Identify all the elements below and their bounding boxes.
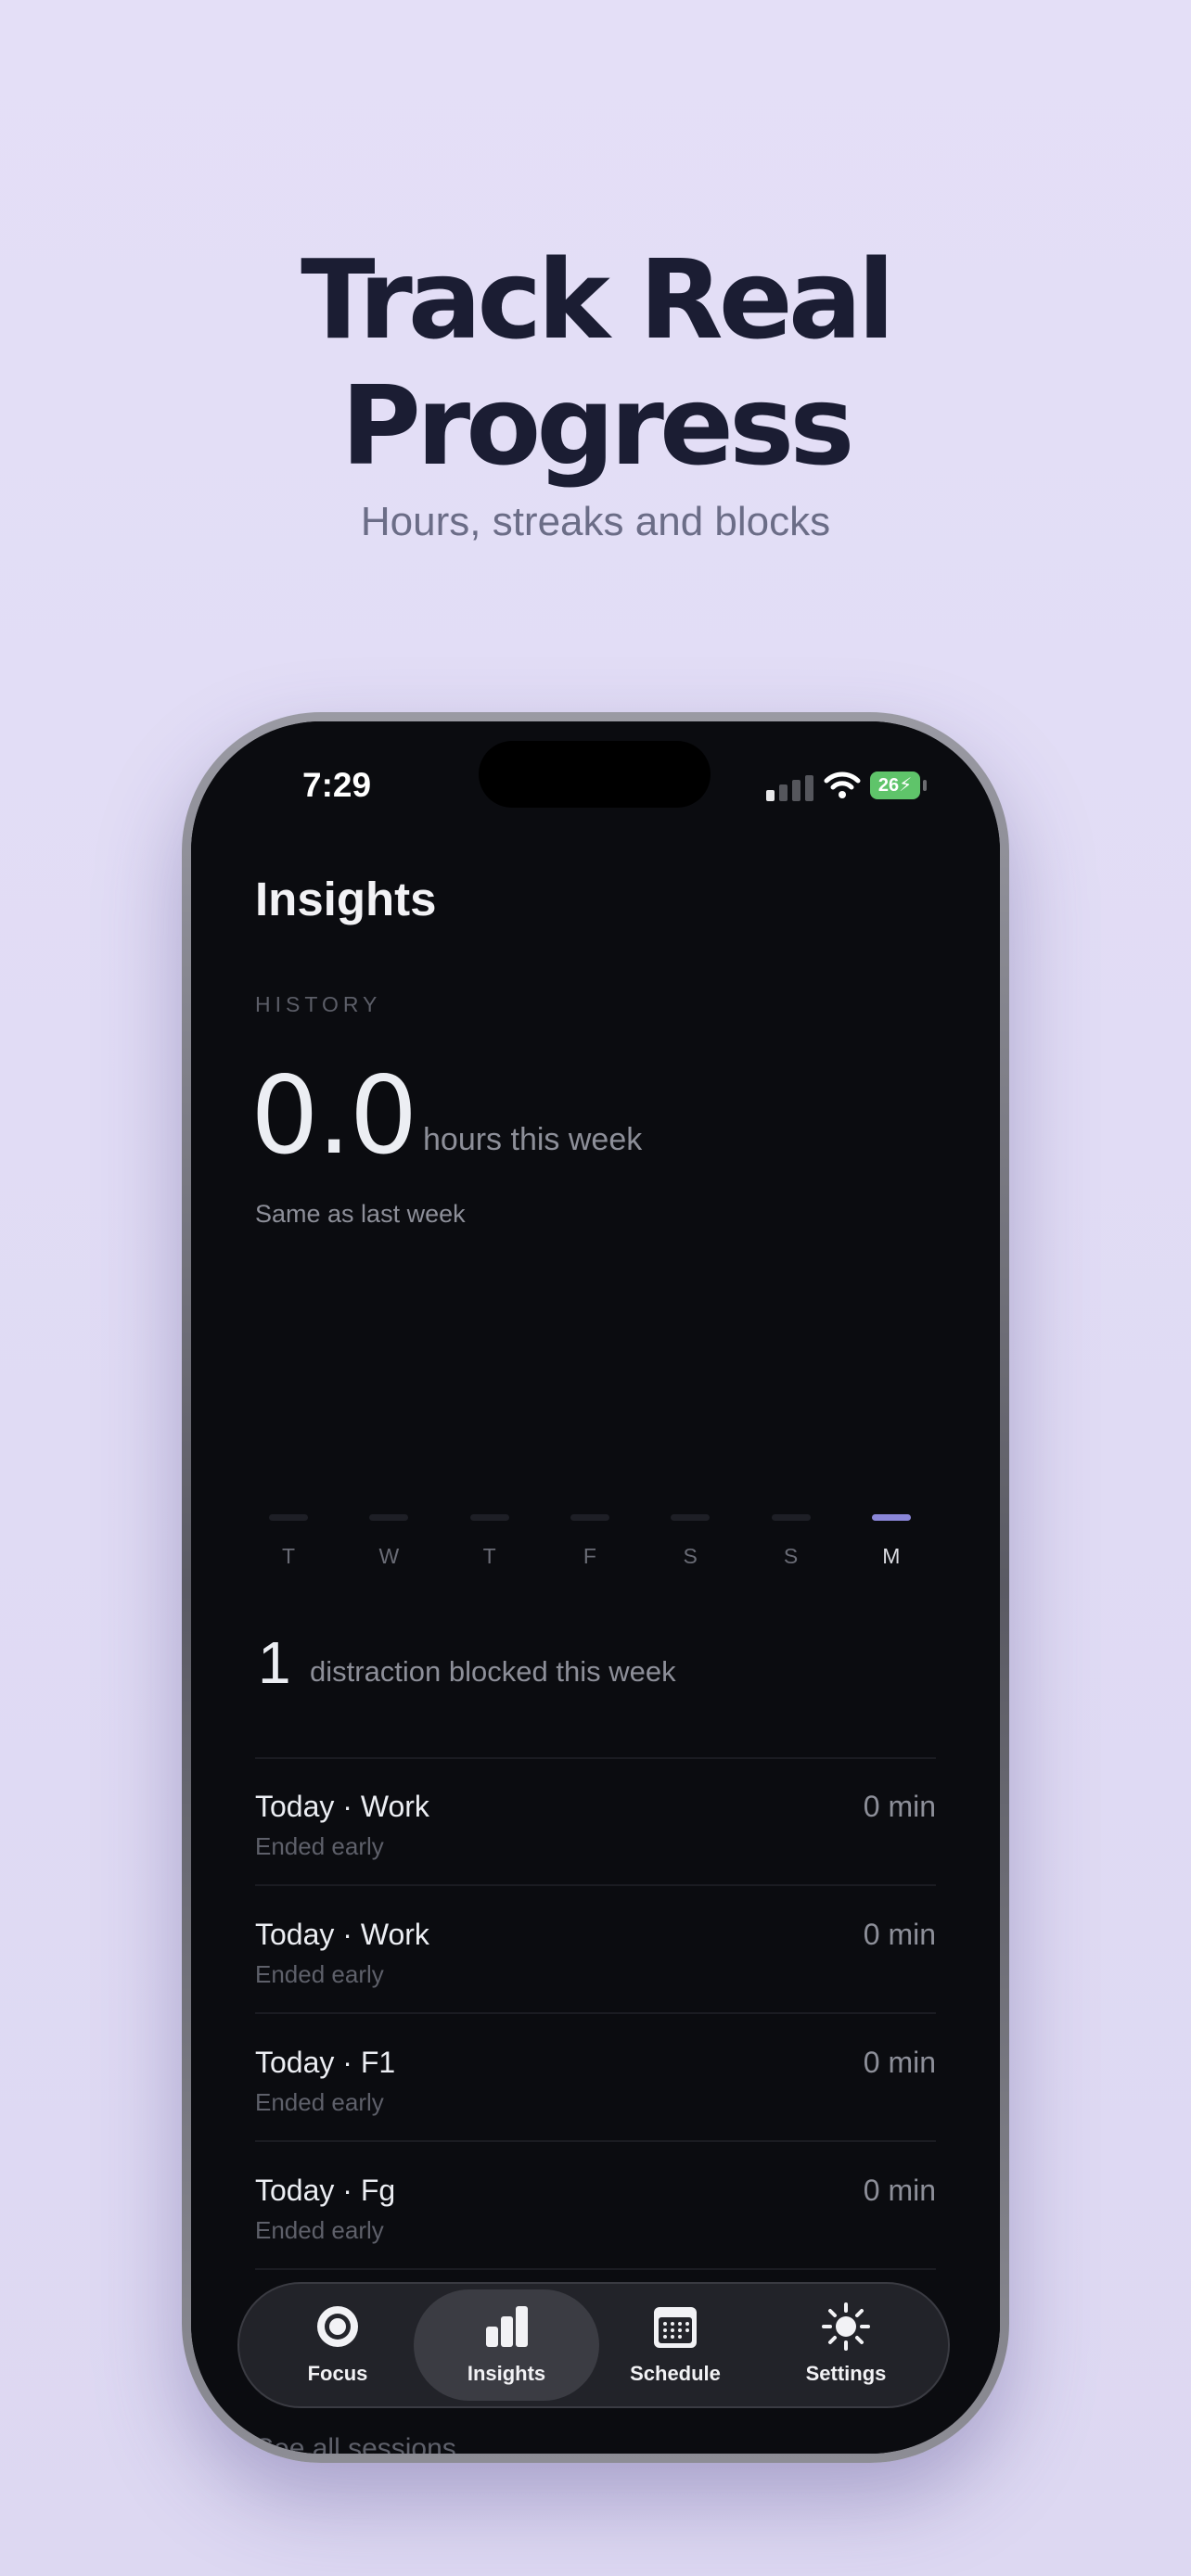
chart-bar	[269, 1514, 308, 1521]
chart-bar	[671, 1514, 711, 1521]
chart-bar	[771, 1514, 811, 1521]
session-status: Ended early	[255, 1960, 384, 1988]
status-bar-time: 7:29	[302, 766, 372, 804]
cellular-signal-icon	[766, 775, 814, 801]
chart-day-label: T	[281, 1544, 296, 1568]
blocked-count: 1	[258, 1629, 291, 1696]
chart-day-label: F	[583, 1544, 596, 1568]
tab-label: Schedule	[630, 2362, 721, 2385]
session-title[interactable]: Today · Fg	[255, 2174, 395, 2208]
hero-subtitle: Hours, streaks and blocks	[360, 499, 831, 544]
divider	[255, 1884, 936, 1886]
tab-label: Insights	[467, 2362, 546, 2385]
wifi-icon	[824, 772, 861, 798]
session-status: Ended early	[255, 1832, 384, 1860]
chart-bar	[369, 1514, 409, 1521]
sun-icon	[822, 2302, 870, 2351]
divider	[255, 1757, 936, 1759]
history-section-label: HISTORY	[255, 992, 382, 1016]
divider	[255, 2140, 936, 2142]
charging-bolt-icon: ⚡	[899, 775, 913, 796]
tab-label: Settings	[805, 2362, 887, 2385]
battery-level: 26	[877, 775, 900, 796]
weekly-hours-unit: hours this week	[423, 1122, 643, 1157]
chart-bar	[469, 1514, 509, 1521]
tab-bar: Focus Insights Schedule Settings	[237, 2282, 950, 2408]
hero-headline-line-1: Track Real	[301, 236, 895, 363]
focus-ring-icon	[317, 2306, 358, 2347]
hero-headline: Track Real Progress	[0, 236, 1191, 489]
tab-insights[interactable]: Insights	[414, 2289, 599, 2401]
tab-focus[interactable]: Focus	[245, 2289, 430, 2401]
page-title: Insights	[255, 873, 437, 925]
session-duration: 0 min	[863, 2046, 936, 2079]
session-duration: 0 min	[863, 1790, 936, 1823]
chart-day-label: S	[683, 1544, 698, 1568]
see-all-sessions-link[interactable]: See all sessions	[255, 2433, 456, 2454]
tab-settings[interactable]: Settings	[753, 2289, 939, 2401]
chart-day-label: S	[783, 1544, 799, 1568]
divider	[255, 2268, 936, 2270]
divider	[255, 2012, 936, 2014]
chart-day-label: M	[882, 1544, 901, 1568]
chart-bar	[871, 1514, 911, 1521]
chart-bar	[570, 1514, 609, 1521]
week-comparison: Same as last week	[255, 1200, 466, 1228]
chart-day-label: T	[482, 1544, 496, 1568]
calendar-icon	[654, 2307, 697, 2348]
hero-headline-line-2: Progress	[340, 362, 855, 490]
dynamic-island	[479, 741, 711, 808]
chart-day-label: W	[378, 1544, 400, 1568]
session-title[interactable]: Today · Work	[255, 1790, 429, 1824]
tab-schedule[interactable]: Schedule	[583, 2289, 768, 2401]
session-duration: 0 min	[863, 2174, 936, 2207]
session-duration: 0 min	[863, 1918, 936, 1951]
tab-label: Focus	[307, 2362, 368, 2385]
phone-screen: 7:29 26⚡ Insights HISTORY 0.0 hours this…	[191, 721, 1000, 2454]
blocked-label: distraction blocked this week	[310, 1655, 676, 1688]
weekly-hours-value: 0.0	[250, 1053, 417, 1179]
battery-nub	[923, 780, 927, 791]
session-status: Ended early	[255, 2216, 384, 2244]
session-status: Ended early	[255, 2088, 384, 2116]
session-title[interactable]: Today · F1	[255, 2046, 395, 2080]
phone-frame: 7:29 26⚡ Insights HISTORY 0.0 hours this…	[182, 712, 1009, 2463]
insights-screen: 7:29 26⚡ Insights HISTORY 0.0 hours this…	[191, 721, 1000, 2454]
bar-chart-icon	[486, 2306, 528, 2347]
session-title[interactable]: Today · Work	[255, 1918, 429, 1952]
battery-icon: 26⚡	[870, 772, 920, 799]
